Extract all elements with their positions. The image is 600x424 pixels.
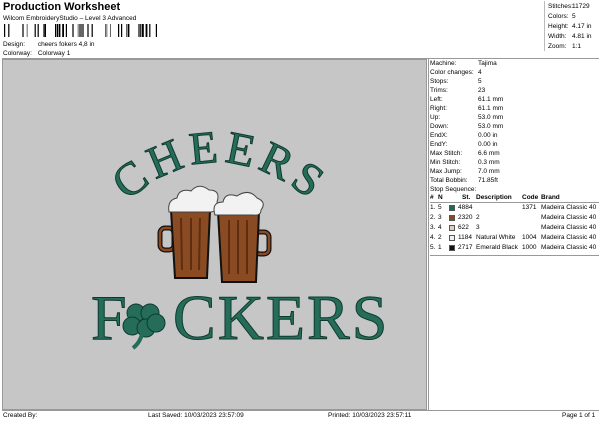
colorway-label: Colorway: [3,50,32,57]
color-swatch [449,245,455,251]
info-total-bobbin: Total Bobbin: 71.85ft [430,177,498,184]
stop-row: 3. 4 622 3 Madeira Classic 40 [430,224,597,231]
stop-row: 2. 3 2320 2 Madeira Classic 40 [430,214,597,221]
stop-row: 5. 1 2717 Emerald Black 1000 Madeira Cla… [430,244,597,251]
info-machine: Machine: Tajima [430,60,497,67]
right-beer-mug [213,192,272,283]
info-stops: Stops: 5 [430,78,482,85]
info-max-stitch: Max Stitch: 6.6 mm [430,150,500,157]
info-endy: EndY: 0.00 in [430,141,498,148]
info-min-stitch: Min Stitch: 0.3 mm [430,159,500,166]
stats-row: Height: 4.17 in [544,21,600,31]
info-up: Up: 53.0 mm [430,114,504,121]
info-trims: Trims: 23 [430,87,486,94]
footer-last-saved: Last Saved: 10/03/2023 23:57:09 [148,412,244,419]
bottom-text-f: F [91,282,127,353]
bottom-text-ckers: CKERS [173,282,389,353]
info-down: Down: 53.0 mm [430,123,504,130]
info-panel: Machine: Tajima Color changes: 4 Stops: 5 T… [428,59,599,410]
color-swatch [449,215,455,221]
info-max-jump: Max Jump: 7.0 mm [430,168,500,175]
color-swatch [449,225,455,231]
stop-row: 4. 2 1184 Natural White 1004 Madeira Cla… [430,234,597,241]
design-meta: Design: cheers fokers 4,8 in [3,41,95,48]
barcode [4,24,157,37]
footer-divider [2,410,599,411]
info-color-changes: Color changes: 4 [430,69,482,76]
cheers-arc-text: CHEERS [102,121,337,210]
design-preview: CHEERS F CKERS [2,59,427,410]
embroidery-artwork: CHEERS F CKERS [91,120,389,353]
stats-row: Zoom: 1:1 [544,41,600,51]
software-subtitle: Wilcom EmbroideryStudio – Level 3 Advanc… [3,15,137,22]
color-swatch [449,205,455,211]
design-value: cheers fokers 4,8 in [37,41,95,48]
colorway-meta: Colorway: Colorway 1 [3,50,70,57]
stats-row: Stitches: 11729 [544,1,600,11]
info-left: Left: 61.1 mm [430,96,504,103]
info-right: Right: 61.1 mm [430,105,504,112]
page-title: Production Worksheet [3,1,121,13]
info-endx: EndX: 0.00 in [430,132,498,139]
footer-created-by: Created By: [3,412,38,419]
stop-header-divider [430,202,599,203]
stats-box: Stitches: 11729 Colors: 5 Height: 4.17 in W… [544,1,600,51]
stop-table-divider [430,255,599,256]
stats-row: Colors: 5 [544,11,600,21]
footer-printed: Printed: 10/03/2023 23:57:11 [328,412,412,419]
left-beer-mug [157,185,219,279]
stop-row: 1. 5 4884 1371 Madeira Classic 40 [430,204,597,211]
colorway-value: Colorway 1 [37,50,71,57]
color-swatch [449,235,455,241]
design-label: Design: [3,41,26,48]
stats-row: Width: 4.81 in [544,31,600,41]
shamrock-icon [122,303,166,350]
footer-page: Page 1 of 1 [562,412,596,419]
